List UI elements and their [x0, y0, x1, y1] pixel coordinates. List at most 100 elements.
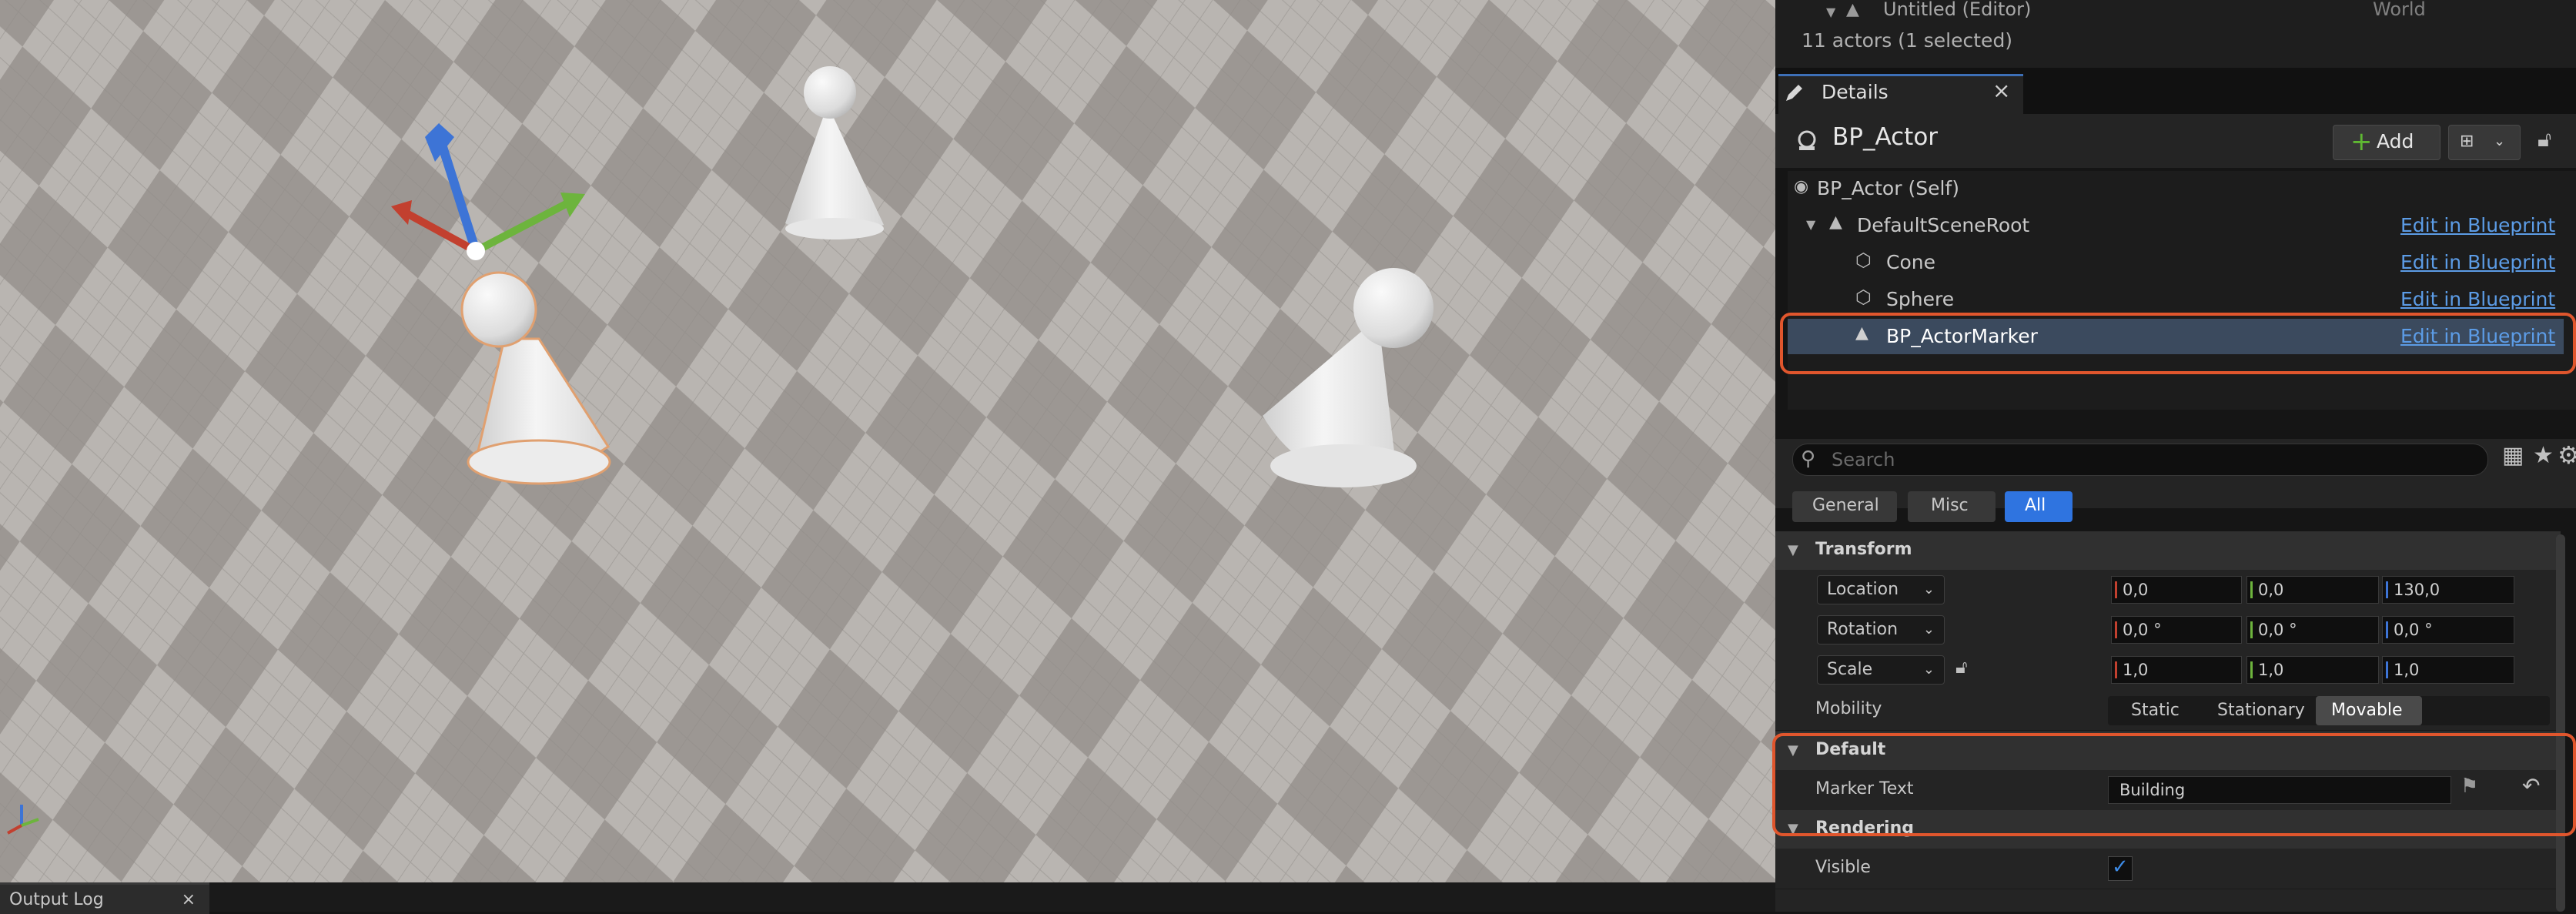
component-label: BP_ActorMarker [1886, 325, 2038, 347]
component-label: BP_Actor (Self) [1817, 177, 1959, 199]
outliner-world-row[interactable]: ▼ ▲ Untitled (Editor) World [1775, 0, 2576, 25]
property-rotation: Rotation ⌄ 0,0 ° 0,0 ° 0,0 ° [1775, 610, 2561, 651]
search-field[interactable]: ⚲ Search [1792, 444, 2488, 476]
filter-tab-label: Misc [1931, 496, 1969, 515]
tab-details[interactable]: Details × [1778, 74, 2023, 114]
location-label: Location [1827, 580, 1899, 599]
scale-x-field[interactable]: 1,0 [2111, 656, 2242, 684]
checkmark-icon: ✓ [2112, 855, 2129, 879]
edit-in-blueprint-link[interactable]: Edit in Blueprint [2400, 325, 2555, 347]
table-view-icon[interactable]: ▦ [2502, 442, 2524, 469]
location-x-field[interactable]: 0,0 [2111, 576, 2242, 604]
mobility-option-label: Stationary [2217, 701, 2305, 720]
edit-in-blueprint-link[interactable]: Edit in Blueprint [2400, 288, 2555, 310]
mobility-stationary[interactable]: Stationary [2203, 696, 2314, 725]
component-label: Sphere [1886, 288, 1955, 310]
chevron-down-icon: ⌄ [2494, 133, 2506, 149]
rotation-label: Rotation [1827, 620, 1899, 639]
level-viewport[interactable] [0, 0, 1775, 882]
rotation-z-field[interactable]: 0,0 ° [2382, 616, 2514, 644]
category-transform[interactable]: ▼ Transform [1775, 531, 2561, 570]
chevron-down-icon: ▼ [1788, 742, 1798, 758]
chevron-down-icon: ▼ [1788, 542, 1798, 558]
tab-details-label: Details [1822, 81, 1889, 103]
rotation-y-field[interactable]: 0,0 ° [2246, 616, 2379, 644]
edit-in-blueprint-link[interactable]: Edit in Blueprint [2400, 251, 2555, 273]
details-scrollbar[interactable] [2556, 534, 2565, 912]
add-component-button[interactable]: + Add [2333, 125, 2441, 160]
filter-tab-all[interactable]: All [2005, 491, 2073, 522]
component-row-defaultsceneroot[interactable]: ▼ ▲ DefaultSceneRoot Edit in Blueprint [1788, 208, 2564, 243]
scale-z-field[interactable]: 1,0 [2382, 656, 2514, 684]
category-rendering[interactable]: ▼ Rendering [1775, 810, 2561, 849]
close-icon[interactable]: × [182, 890, 196, 909]
flag-icon[interactable]: ⚑ [2461, 775, 2478, 798]
filter-tab-misc[interactable]: Misc [1908, 491, 1996, 522]
location-dropdown[interactable]: Location ⌄ [1817, 575, 1945, 604]
hierarchy-icon: ⊞ [2460, 132, 2474, 151]
marker-text-input[interactable]: Building [2108, 776, 2451, 804]
category-default[interactable]: ▼ Default [1775, 732, 2561, 770]
mobility-label: Mobility [1815, 699, 1882, 718]
component-row-sphere[interactable]: ⬡ Sphere Edit in Blueprint [1788, 282, 2564, 317]
location-z-field[interactable]: 130,0 [2382, 576, 2514, 604]
visible-label: Visible [1815, 858, 1871, 877]
chevron-down-icon: ▼ [1788, 821, 1798, 837]
location-y-field[interactable]: 0,0 [2246, 576, 2379, 604]
star-icon[interactable]: ★ [2533, 442, 2554, 469]
category-label: Default [1815, 740, 1886, 759]
category-label: Transform [1815, 540, 1912, 559]
actor-icon: ◉ [1794, 177, 1809, 196]
component-row-bp-actormarker[interactable]: ▲ BP_ActorMarker Edit in Blueprint [1788, 319, 2564, 354]
marker-text-label: Marker Text [1815, 779, 1914, 798]
mobility-option-label: Static [2131, 701, 2180, 720]
output-log-tab[interactable]: Output Log × [0, 882, 209, 914]
mobility-movable[interactable]: Movable [2316, 696, 2422, 725]
scale-label: Scale [1827, 660, 1873, 679]
right-panel: ▼ ▲ Untitled (Editor) World 11 actors (1… [1772, 0, 2576, 912]
lock-icon[interactable]: 🔓︎ [1955, 656, 1968, 678]
filter-tab-general[interactable]: General [1792, 491, 1897, 522]
filter-tab-label: General [1812, 496, 1879, 515]
world-row-type: World [2373, 0, 2426, 20]
actor-count: 11 actors (1 selected) [1802, 29, 2013, 52]
static-mesh-icon: ⬡ [1855, 249, 1872, 271]
rotation-x-field[interactable]: 0,0 ° [2111, 616, 2242, 644]
component-tree: ◉ BP_Actor (Self) ▼ ▲ DefaultSceneRoot E… [1788, 171, 2576, 410]
blueprint-options-button[interactable]: ⊞ ⌄ [2448, 125, 2521, 160]
chevron-down-icon[interactable]: ▼ [1806, 217, 1815, 232]
property-scale: Scale ⌄ 🔓︎ 1,0 1,0 1,0 [1775, 650, 2561, 691]
lock-icon[interactable]: 🔓︎ [2538, 126, 2551, 152]
property-visible: Visible ✓ [1775, 849, 2561, 889]
mobility-selector: Static Stationary Movable [2108, 696, 2550, 725]
reset-icon[interactable]: ↶ [2522, 773, 2540, 798]
actor-name: BP_Actor [1832, 123, 1939, 151]
rotation-dropdown[interactable]: Rotation ⌄ [1817, 615, 1945, 644]
output-log-label: Output Log [9, 889, 104, 909]
component-row-cone[interactable]: ⬡ Cone Edit in Blueprint [1788, 245, 2564, 280]
close-icon[interactable]: × [1992, 78, 2010, 103]
visible-checkbox[interactable]: ✓ [2108, 855, 2133, 881]
component-label: Cone [1886, 251, 1935, 273]
search-input[interactable]: Search [1832, 449, 1895, 470]
chevron-down-icon: ⌄ [1922, 581, 1935, 598]
scene-component-icon: ▲ [1829, 213, 1842, 232]
viewport-scene [0, 0, 1775, 882]
scale-y-field[interactable]: 1,0 [2246, 656, 2379, 684]
details-filter-area: ⚲ Search ▦ ★ ⚙ General Misc All [1775, 439, 2576, 522]
world-row-label: Untitled (Editor) [1883, 0, 2032, 20]
outliner-status-bar: 11 actors (1 selected) [1775, 25, 2576, 69]
property-list: ▼ Transform Location ⌄ 0,0 0,0 130,0 Rota… [1775, 531, 2561, 912]
mobility-static[interactable]: Static [2108, 696, 2203, 725]
edit-in-blueprint-link[interactable]: Edit in Blueprint [2400, 214, 2555, 236]
component-label: DefaultSceneRoot [1857, 214, 2030, 236]
property-marker-text: Marker Text Building ⚑ ↶ [1775, 770, 2561, 811]
gear-icon[interactable]: ⚙ [2558, 440, 2576, 470]
static-mesh-icon: ⬡ [1855, 286, 1872, 308]
filter-tab-label: All [2025, 496, 2046, 515]
property-location: Location ⌄ 0,0 0,0 130,0 [1775, 570, 2561, 611]
component-row-self[interactable]: ◉ BP_Actor (Self) [1788, 171, 2564, 206]
chevron-down-icon[interactable]: ▼ [1826, 5, 1835, 19]
scene-component-icon: ▲ [1855, 323, 1868, 343]
scale-dropdown[interactable]: Scale ⌄ [1817, 655, 1945, 685]
